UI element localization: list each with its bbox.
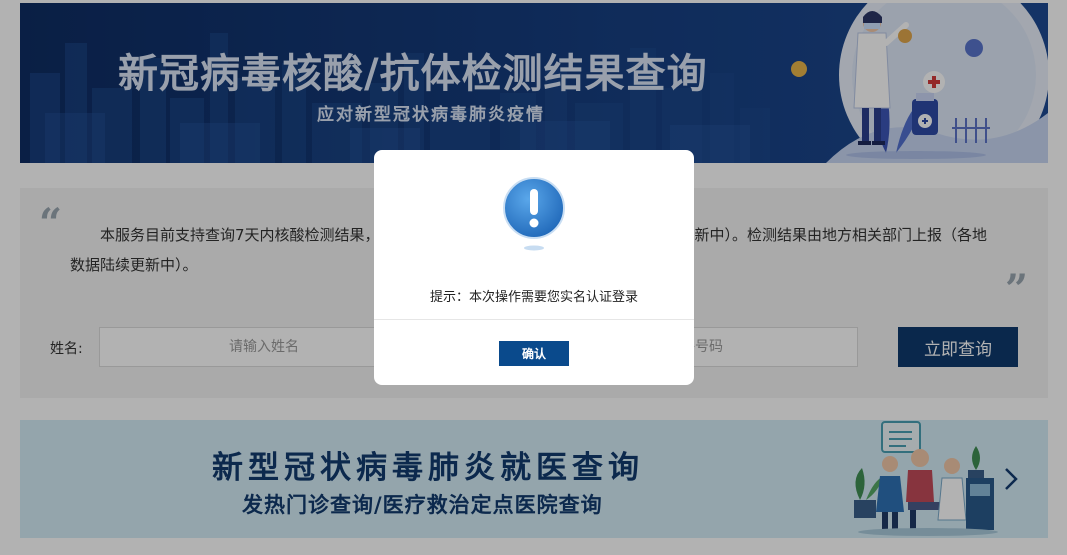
exclamation-icon — [503, 177, 565, 251]
dialog-divider — [374, 319, 694, 320]
dialog-message: 提示：本次操作需要您实名认证登录 — [429, 290, 638, 305]
login-prompt-dialog: 提示：本次操作需要您实名认证登录 确认 — [374, 150, 694, 385]
confirm-button[interactable]: 确认 — [499, 341, 569, 366]
